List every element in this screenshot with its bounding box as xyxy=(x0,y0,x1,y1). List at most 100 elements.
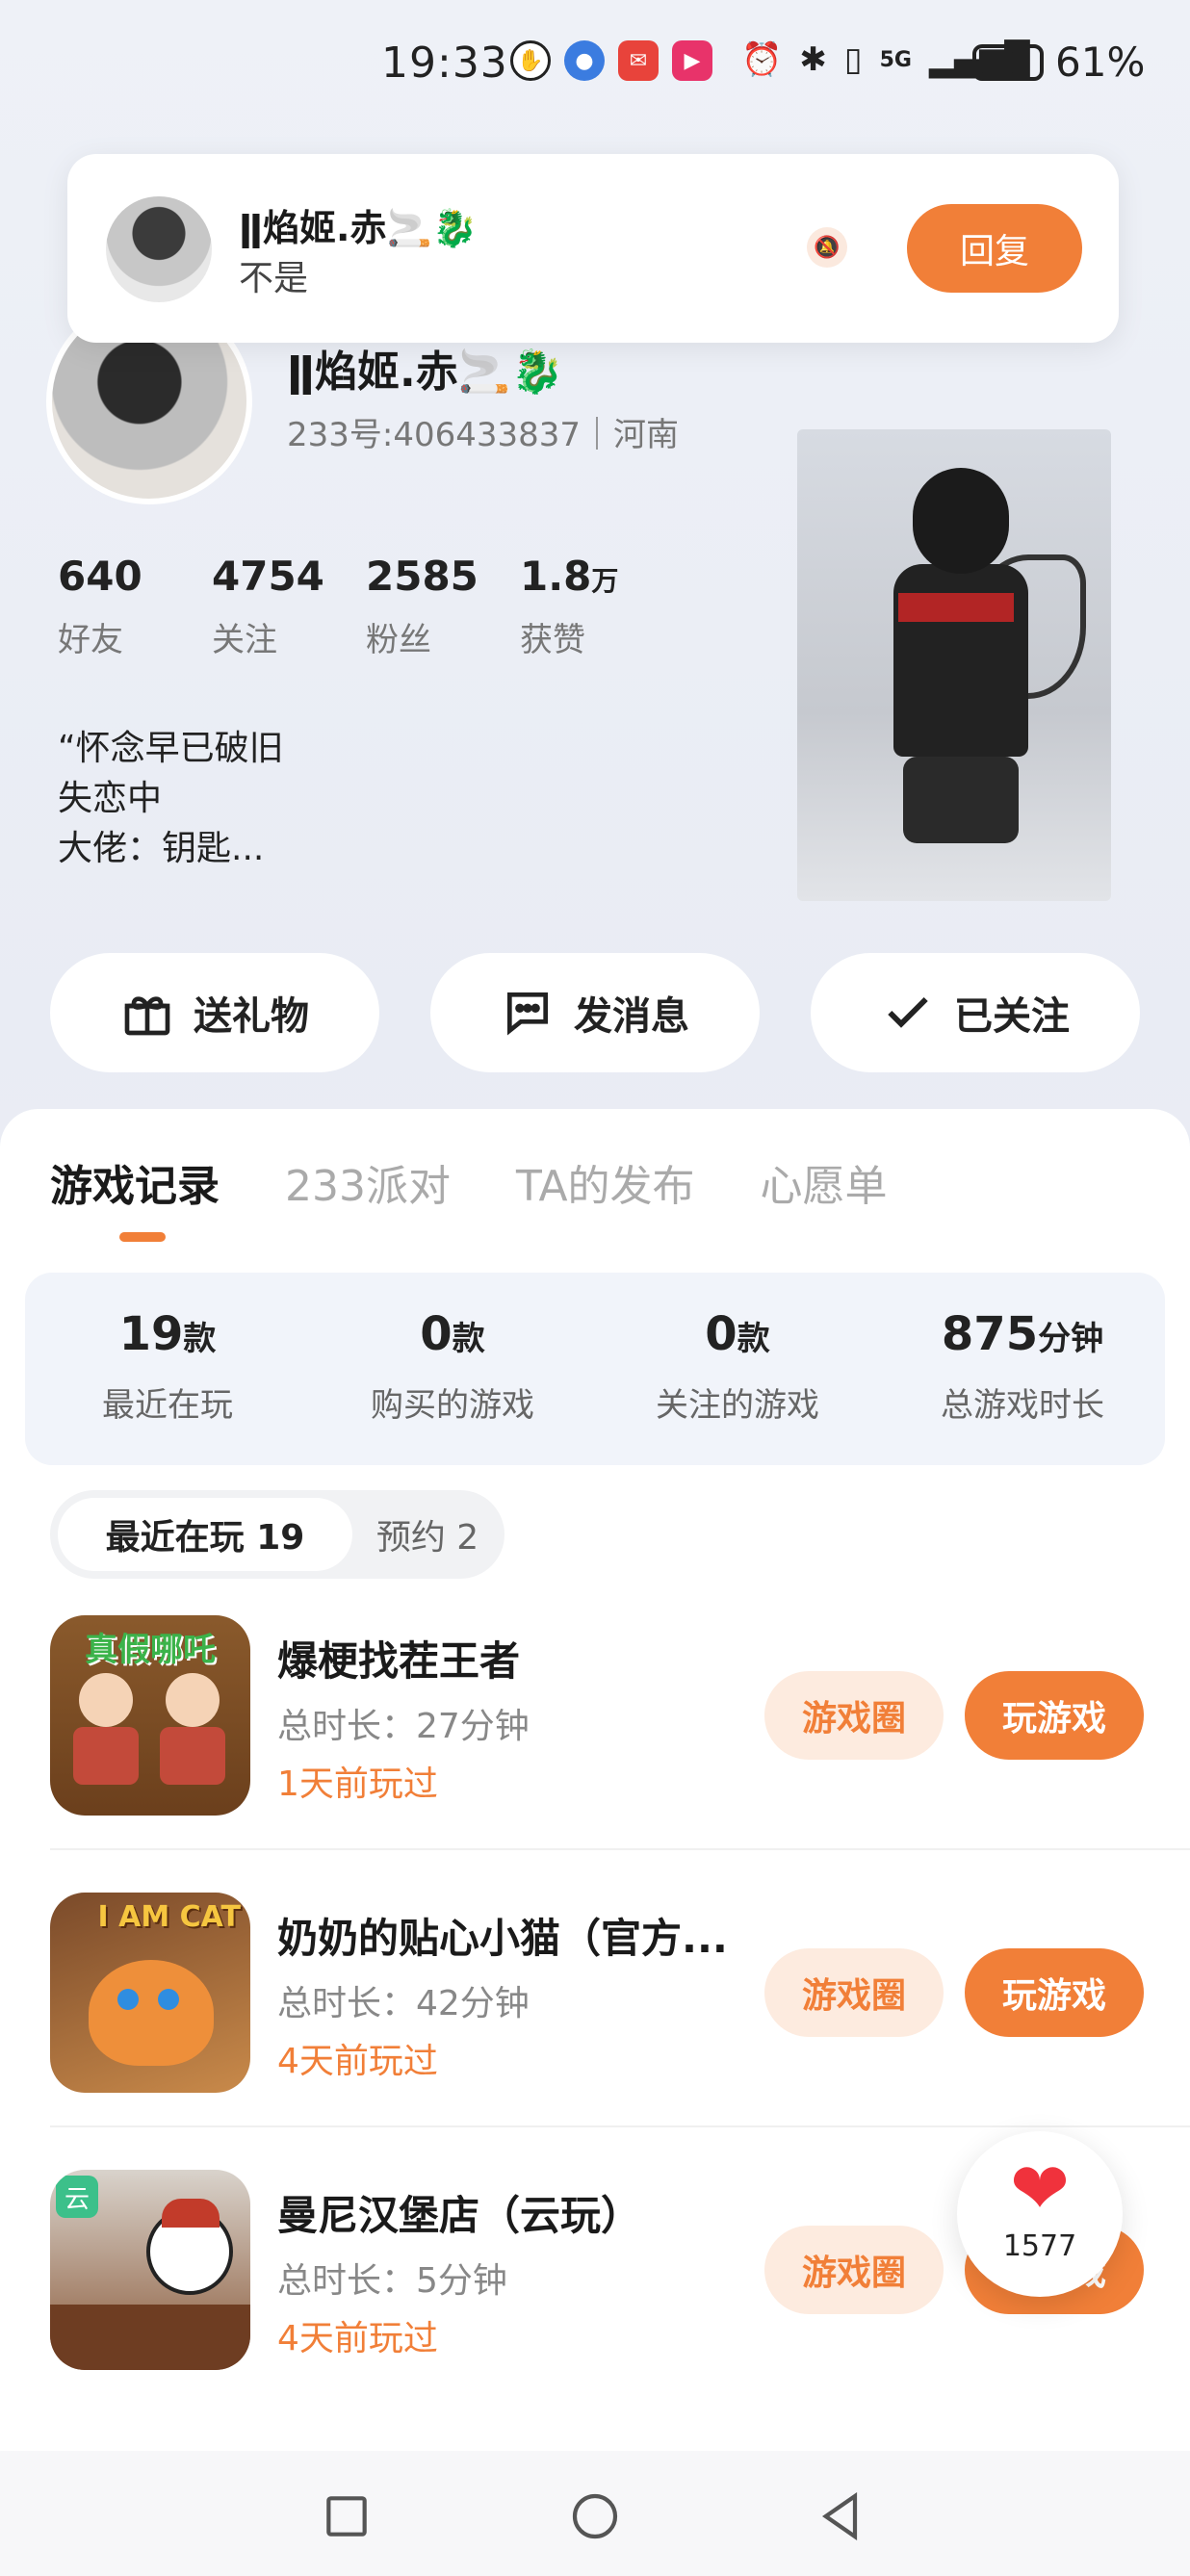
home-icon[interactable] xyxy=(568,2489,622,2543)
game-icon[interactable]: 真假哪吒 xyxy=(50,1615,250,1816)
stat-likes[interactable]: 1.8万 获赞 xyxy=(520,553,674,660)
character-face-shape xyxy=(79,1673,133,1727)
recent-apps-icon[interactable] xyxy=(320,2489,374,2543)
game-last-played: 4天前玩过 xyxy=(277,2042,438,2081)
game-circle-button[interactable]: 游戏圈 xyxy=(764,1948,944,2037)
chat-bubble-icon xyxy=(507,992,548,1036)
summary-recent[interactable]: 19款 最近在玩 xyxy=(25,1273,310,1465)
tab-233-party[interactable]: 233派对 xyxy=(285,1151,451,1213)
bio-line: “怀念早已破旧 xyxy=(58,729,284,768)
stat-label: 粉丝 xyxy=(366,621,431,659)
bio-line: 失恋中 xyxy=(58,779,163,818)
battery-icon xyxy=(972,44,1044,81)
cat-eye-shape xyxy=(158,1989,179,2010)
game-title: 奶奶的贴心小猫（官方... xyxy=(277,1915,728,1962)
huawei-app-icon: ✉ xyxy=(618,40,659,81)
profile-id: 233号:406433837｜河南 xyxy=(287,416,680,454)
recent-subtabs: 最近在玩 19 预约 2 xyxy=(50,1490,504,1579)
character-avatar-image[interactable] xyxy=(797,429,1111,901)
video-app-icon: ▶ xyxy=(672,40,712,81)
notification-sender: ǁ焰姬.赤🚬🐉 xyxy=(239,207,479,249)
counter-shape xyxy=(50,2305,250,2370)
summary-label: 购买的游戏 xyxy=(371,1386,534,1425)
summary-unit: 款 xyxy=(183,1320,217,1358)
heart-icon: ❤ xyxy=(1009,2148,1070,2230)
character-head-shape xyxy=(913,468,1009,574)
character-legs-shape xyxy=(903,757,1019,843)
alarm-icon: ⏰ xyxy=(741,40,783,79)
summary-total-time[interactable]: 875分钟 总游戏时长 xyxy=(880,1273,1165,1465)
send-message-label: 发消息 xyxy=(574,994,689,1039)
summary-value: 875 xyxy=(941,1307,1039,1361)
game-icon-text: I AM CAT xyxy=(97,1900,242,1934)
browser-app-icon: ● xyxy=(564,40,605,81)
followed-button[interactable]: 已关注 xyxy=(811,953,1140,1072)
mute-bell-icon[interactable]: 🔕 xyxy=(807,227,847,268)
subtab-reserved[interactable]: 预约 2 xyxy=(360,1498,495,1571)
like-button[interactable]: ❤ 1577 xyxy=(957,2131,1123,2297)
profile-tabs: 游戏记录 233派对 TA的发布 心愿单 xyxy=(50,1151,888,1213)
character-red-accent xyxy=(898,593,1014,622)
cat-body-shape xyxy=(89,1960,214,2066)
vibrate-icon: ▯ xyxy=(843,40,863,79)
followed-label: 已关注 xyxy=(954,994,1070,1039)
stat-fans[interactable]: 2585 粉丝 xyxy=(366,553,520,660)
game-last-played: 1天前玩过 xyxy=(277,1765,438,1804)
play-game-button[interactable]: 玩游戏 xyxy=(965,1671,1144,1760)
summary-value: 0 xyxy=(420,1307,453,1361)
stat-value: 640 xyxy=(58,553,142,600)
tab-game-records[interactable]: 游戏记录 xyxy=(50,1151,220,1213)
game-summary: 19款 最近在玩 0款 购买的游戏 0款 关注的游戏 875分钟 总游戏时长 xyxy=(25,1273,1165,1465)
bluetooth-icon: ✱ xyxy=(799,40,827,79)
game-last-played: 4天前玩过 xyxy=(277,2319,438,2358)
game-row[interactable]: I AM CAT 奶奶的贴心小猫（官方... 总时长：42分钟 4天前玩过 游戏… xyxy=(50,1883,1190,2127)
subtab-recent[interactable]: 最近在玩 19 xyxy=(58,1498,352,1571)
tab-posts[interactable]: TA的发布 xyxy=(516,1151,695,1213)
stat-value: 1.8 xyxy=(520,553,592,600)
summary-purchased[interactable]: 0款 购买的游戏 xyxy=(310,1273,595,1465)
summary-label: 关注的游戏 xyxy=(656,1386,819,1425)
send-message-button[interactable]: 发消息 xyxy=(430,953,760,1072)
summary-value: 0 xyxy=(705,1307,737,1361)
divider xyxy=(50,1848,1190,1850)
game-icon[interactable]: I AM CAT xyxy=(50,1893,250,2093)
message-notification[interactable]: ǁ焰姬.赤🚬🐉 不是 🔕 回复 xyxy=(67,154,1119,343)
send-gift-button[interactable]: 送礼物 xyxy=(50,953,379,1072)
game-row[interactable]: 真假哪吒 爆梗找茬王者 总时长：27分钟 1天前玩过 游戏圈 玩游戏 xyxy=(50,1606,1190,1850)
stat-friends[interactable]: 640 好友 xyxy=(58,553,212,660)
status-time: 19:33 xyxy=(381,39,508,88)
play-game-button[interactable]: 玩游戏 xyxy=(965,1948,1144,2037)
profile-name: ǁ焰姬.赤🚬🐉 xyxy=(287,348,564,397)
game-duration: 总时长：27分钟 xyxy=(277,1707,530,1746)
character-body-shape xyxy=(160,1727,225,1785)
gift-icon xyxy=(124,996,170,1036)
profile-bio: “怀念早已破旧 失恋中 大佬：钥匙... xyxy=(58,724,284,874)
tab-indicator xyxy=(119,1232,166,1242)
summary-unit: 款 xyxy=(737,1320,770,1358)
stat-value: 2585 xyxy=(366,553,479,600)
battery-percent: 61% xyxy=(1055,39,1146,86)
character-face-shape xyxy=(166,1673,220,1727)
summary-value: 19 xyxy=(118,1307,184,1361)
summary-unit: 分钟 xyxy=(1038,1320,1104,1358)
cat-eye-shape xyxy=(117,1989,139,2010)
send-gift-label: 送礼物 xyxy=(194,994,309,1039)
back-icon[interactable] xyxy=(815,2489,868,2543)
notification-icons: ✋ ● ✉ ▶ xyxy=(510,40,712,81)
tab-wishlist[interactable]: 心愿单 xyxy=(761,1151,888,1213)
game-icon[interactable]: 云 xyxy=(50,2170,250,2370)
checkmark-icon xyxy=(888,996,928,1028)
character-body-shape xyxy=(73,1727,139,1785)
game-duration: 总时长：42分钟 xyxy=(277,1984,530,2023)
reply-button[interactable]: 回复 xyxy=(907,204,1082,293)
stat-following[interactable]: 4754 关注 xyxy=(212,553,366,660)
notification-message: 不是 xyxy=(239,259,309,298)
stat-value: 4754 xyxy=(212,553,324,600)
game-icon-text: 真假哪吒 xyxy=(85,1631,216,1669)
network-label: 5G xyxy=(879,47,912,72)
summary-followed[interactable]: 0款 关注的游戏 xyxy=(595,1273,880,1465)
stat-label: 获赞 xyxy=(520,621,585,659)
game-circle-button[interactable]: 游戏圈 xyxy=(764,1671,944,1760)
game-title: 曼尼汉堡店（云玩） xyxy=(277,2192,642,2239)
game-circle-button[interactable]: 游戏圈 xyxy=(764,2226,944,2314)
